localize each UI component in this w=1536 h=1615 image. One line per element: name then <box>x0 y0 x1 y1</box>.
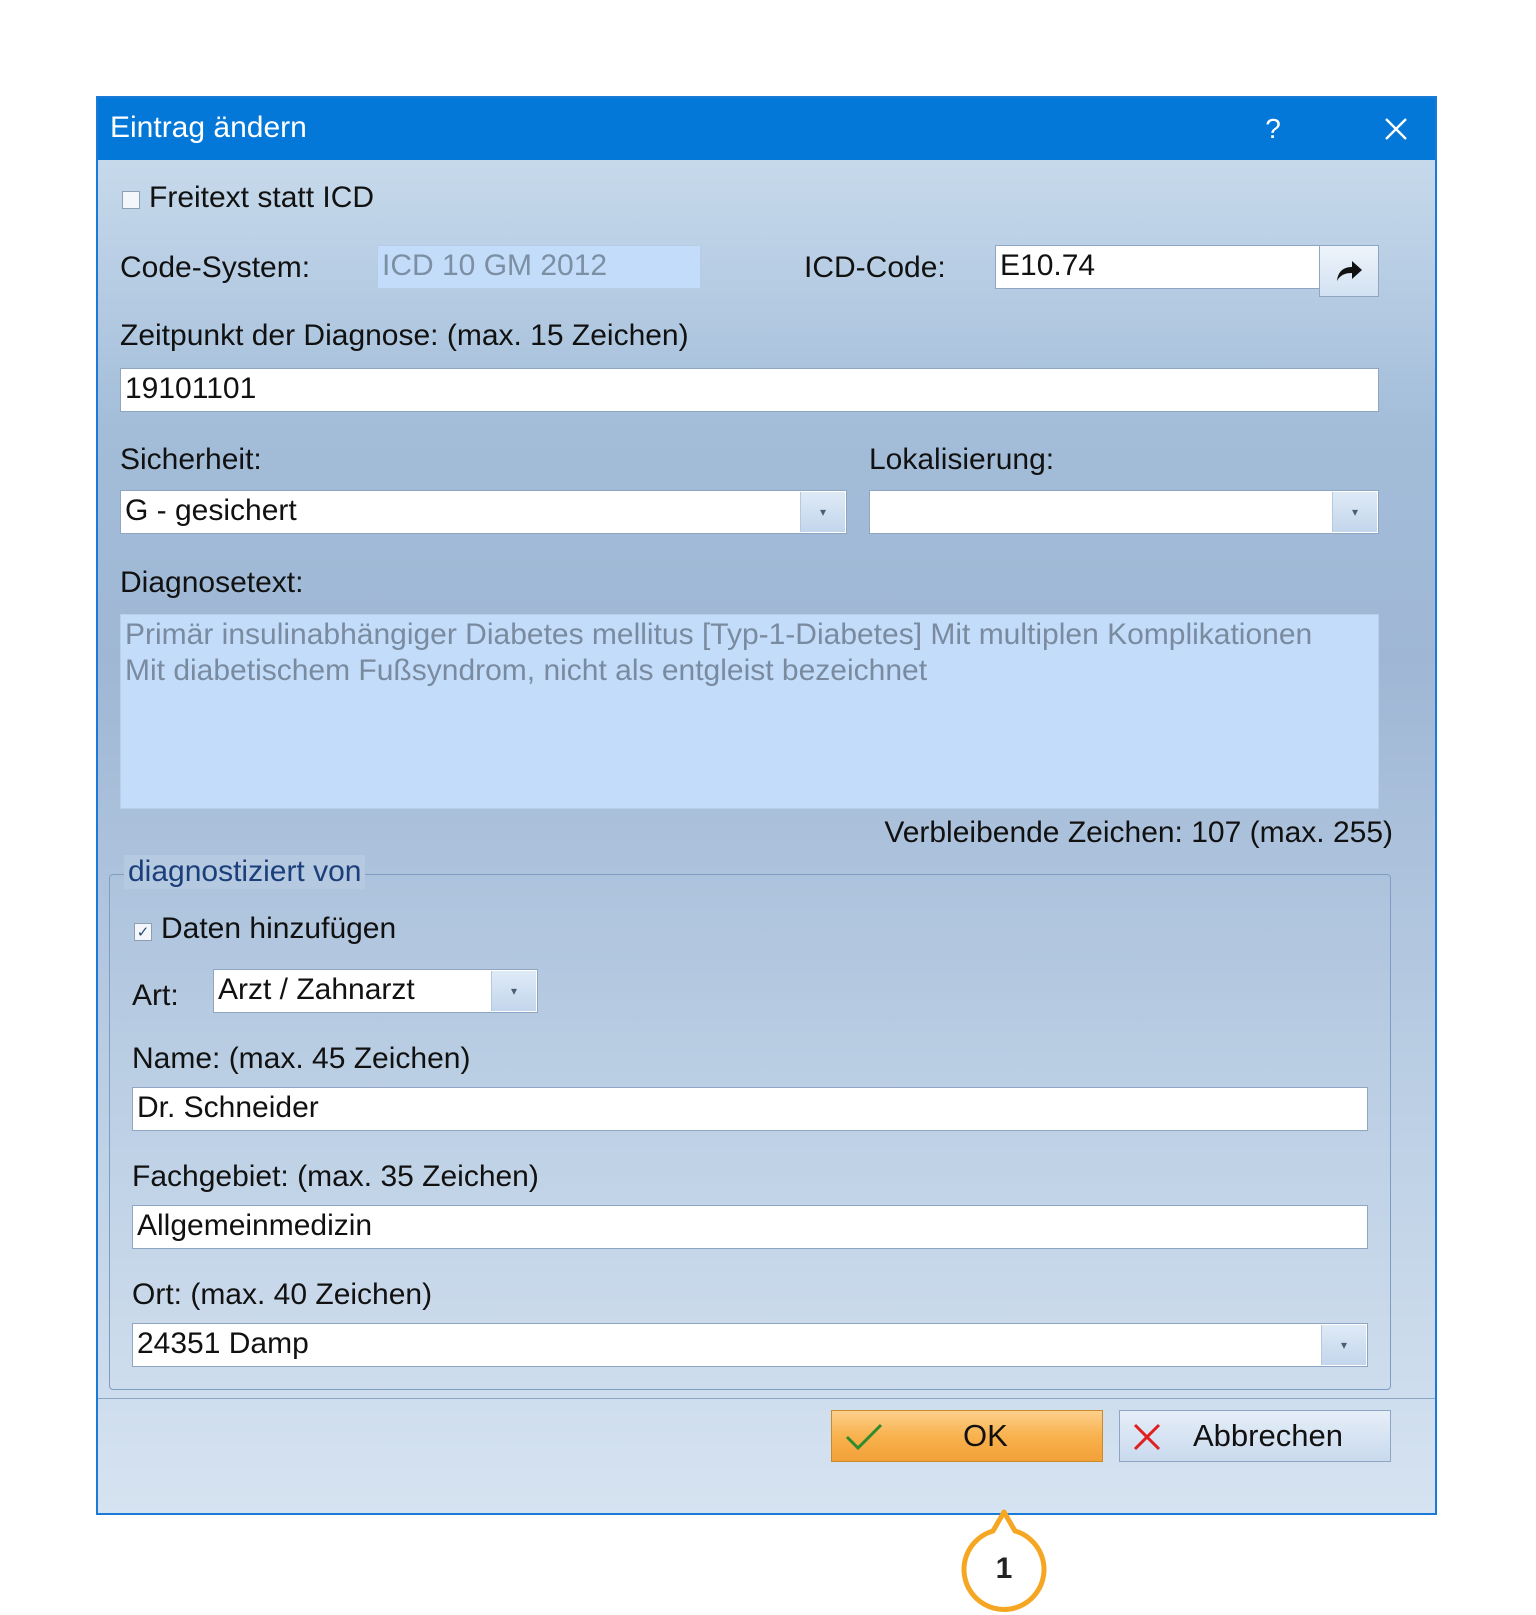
type-dropdown[interactable]: Arzt / Zahnarzt ▾ <box>213 969 538 1013</box>
certainty-value: G - gesichert <box>125 494 297 527</box>
diagnosis-time-label: Zeitpunkt der Diagnose: (max. 15 Zeichen… <box>120 319 689 352</box>
location-dropdown[interactable]: 24351 Damp ▾ <box>132 1323 1368 1367</box>
footer-separator <box>98 1398 1435 1399</box>
checkmark-icon <box>845 1423 883 1451</box>
certainty-label: Sicherheit: <box>120 443 262 476</box>
location-label: Ort: (max. 40 Zeichen) <box>132 1278 433 1311</box>
diagnosed-by-legend: diagnostiziert von <box>124 855 366 889</box>
localization-dropdown-button[interactable]: ▾ <box>1332 492 1377 532</box>
specialty-field[interactable]: Allgemeinmedizin <box>132 1205 1368 1249</box>
title-bar: Eintrag ändern ? <box>98 98 1435 160</box>
icd-code-field[interactable]: E10.74 <box>995 245 1320 289</box>
diagnosed-by-group: diagnostiziert von ✓ Daten hinzufügen Ar… <box>109 855 1391 1390</box>
code-system-field: ICD 10 GM 2012 <box>377 245 701 289</box>
specialty-label: Fachgebiet: (max. 35 Zeichen) <box>132 1160 539 1193</box>
location-value: 24351 Damp <box>137 1327 309 1360</box>
type-label: Art: <box>132 979 179 1012</box>
type-value: Arzt / Zahnarzt <box>218 973 415 1006</box>
chevron-down-icon: ▾ <box>510 984 518 998</box>
type-dropdown-button[interactable]: ▾ <box>491 971 536 1011</box>
certainty-dropdown[interactable]: G - gesichert ▾ <box>120 490 847 534</box>
icd-code-label: ICD-Code: <box>804 251 946 284</box>
dialog-title: Eintrag ändern <box>110 111 307 144</box>
add-data-checkbox-label: Daten hinzufügen <box>161 912 397 945</box>
cancel-button[interactable]: Abbrechen <box>1119 1410 1391 1462</box>
diagnosis-text-area: Primär insulinabhängiger Diabetes mellit… <box>120 614 1379 809</box>
remaining-chars: Verbleibende Zeichen: 107 (max. 255) <box>884 816 1393 849</box>
chevron-down-icon: ▾ <box>1351 505 1359 519</box>
share-arrow-icon <box>1337 261 1362 281</box>
icd-lookup-button[interactable] <box>1319 245 1379 297</box>
localization-label: Lokalisierung: <box>869 443 1055 476</box>
edit-entry-dialog: Eintrag ändern ? Freitext statt ICD Code… <box>96 96 1437 1515</box>
freetext-checkbox-label: Freitext statt ICD <box>149 181 375 214</box>
name-label: Name: (max. 45 Zeichen) <box>132 1042 471 1075</box>
close-icon <box>1133 1423 1161 1451</box>
location-dropdown-button[interactable]: ▾ <box>1321 1325 1366 1365</box>
diagnosis-time-field[interactable]: 19101101 <box>120 368 1379 412</box>
chevron-down-icon: ▾ <box>819 505 827 519</box>
close-button[interactable] <box>1366 98 1426 160</box>
ok-button[interactable]: OK <box>831 1410 1103 1462</box>
certainty-dropdown-button[interactable]: ▾ <box>800 492 845 532</box>
localization-dropdown[interactable]: ▾ <box>869 490 1379 534</box>
diagnosis-text-line-1: Primär insulinabhängiger Diabetes mellit… <box>125 618 1313 651</box>
code-system-label: Code-System: <box>120 251 311 284</box>
diagnosis-text-label: Diagnosetext: <box>120 566 304 599</box>
ok-button-label: OK <box>963 1418 1008 1453</box>
diagnosis-text-line-2: Mit diabetischem Fußsyndrom, nicht als e… <box>125 654 928 687</box>
checkmark-icon: ✓ <box>136 924 150 941</box>
callout-number: 1 <box>995 1552 1013 1585</box>
cancel-button-label: Abbrechen <box>1193 1418 1343 1453</box>
add-data-checkbox[interactable]: ✓ <box>134 923 152 941</box>
freetext-checkbox[interactable] <box>122 191 140 209</box>
name-field[interactable]: Dr. Schneider <box>132 1087 1368 1131</box>
help-button[interactable]: ? <box>1243 98 1303 160</box>
close-icon <box>1385 118 1407 140</box>
chevron-down-icon: ▾ <box>1340 1338 1348 1352</box>
